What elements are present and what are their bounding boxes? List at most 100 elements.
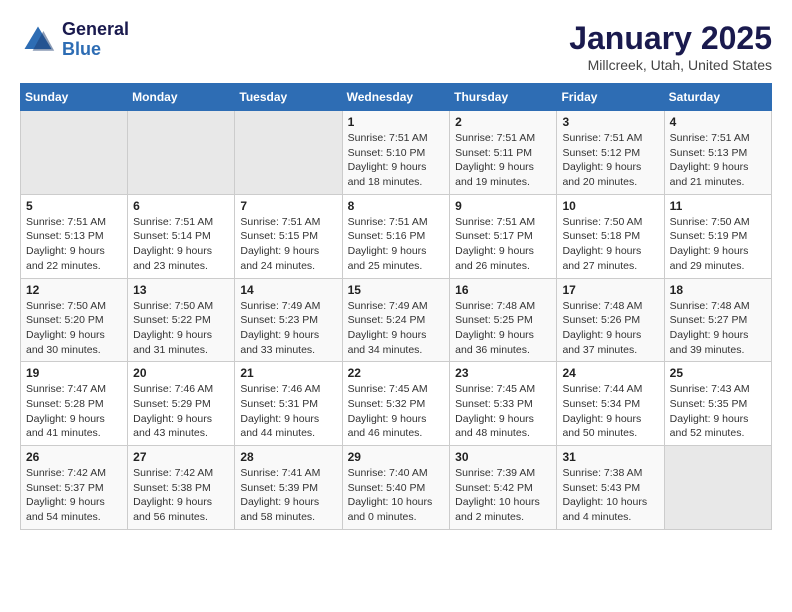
calendar-week-row: 1 Sunrise: 7:51 AMSunset: 5:10 PMDaylight…	[21, 111, 772, 195]
day-number: 23	[455, 366, 551, 380]
calendar-cell: 7 Sunrise: 7:51 AMSunset: 5:15 PMDaylight…	[235, 194, 342, 278]
calendar-cell	[21, 111, 128, 195]
calendar-cell: 15 Sunrise: 7:49 AMSunset: 5:24 PMDayligh…	[342, 278, 450, 362]
day-number: 11	[670, 199, 766, 213]
day-info: Sunrise: 7:41 AMSunset: 5:39 PMDaylight:…	[240, 466, 336, 525]
day-number: 21	[240, 366, 336, 380]
logo-line1: General	[62, 20, 129, 40]
day-number: 26	[26, 450, 122, 464]
weekday-header: Thursday	[450, 84, 557, 111]
calendar-cell: 4 Sunrise: 7:51 AMSunset: 5:13 PMDaylight…	[664, 111, 771, 195]
day-number: 13	[133, 283, 229, 297]
calendar-cell: 16Sunrise: 7:48 AMSunset: 5:25 PMDayligh…	[450, 278, 557, 362]
calendar-cell: 22 Sunrise: 7:45 AMSunset: 5:32 PMDayligh…	[342, 362, 450, 446]
weekday-header: Monday	[128, 84, 235, 111]
day-number: 3	[562, 115, 658, 129]
day-info: Sunrise: 7:51 AMSunset: 5:10 PMDaylight:…	[348, 131, 445, 190]
day-number: 31	[562, 450, 658, 464]
calendar-week-row: 5Sunrise: 7:51 AMSunset: 5:13 PMDaylight…	[21, 194, 772, 278]
day-info: Sunrise: 7:49 AMSunset: 5:23 PMDaylight:…	[240, 299, 336, 358]
day-number: 20	[133, 366, 229, 380]
day-info: Sunrise: 7:51 AMSunset: 5:15 PMDaylight:…	[240, 215, 336, 274]
title-block: January 2025 Millcreek, Utah, United Sta…	[569, 20, 772, 73]
day-info: Sunrise: 7:42 AMSunset: 5:38 PMDaylight:…	[133, 466, 229, 525]
calendar-cell: 25 Sunrise: 7:43 AMSunset: 5:35 PMDayligh…	[664, 362, 771, 446]
calendar-cell	[664, 446, 771, 530]
day-info: Sunrise: 7:50 AMSunset: 5:18 PMDaylight:…	[562, 215, 658, 274]
day-info: Sunrise: 7:46 AMSunset: 5:31 PMDaylight:…	[240, 382, 336, 441]
day-number: 1	[348, 115, 445, 129]
weekday-header: Tuesday	[235, 84, 342, 111]
page-header: General Blue January 2025 Millcreek, Uta…	[20, 20, 772, 73]
logo-text: General Blue	[62, 20, 129, 60]
calendar-cell: 1 Sunrise: 7:51 AMSunset: 5:10 PMDaylight…	[342, 111, 450, 195]
day-number: 25	[670, 366, 766, 380]
day-info: Sunrise: 7:42 AMSunset: 5:37 PMDaylight:…	[26, 466, 122, 525]
day-number: 22	[348, 366, 445, 380]
calendar-cell: 9Sunrise: 7:51 AMSunset: 5:17 PMDaylight…	[450, 194, 557, 278]
calendar-table: SundayMondayTuesdayWednesdayThursdayFrid…	[20, 83, 772, 530]
calendar-cell: 2 Sunrise: 7:51 AMSunset: 5:11 PMDaylight…	[450, 111, 557, 195]
day-info: Sunrise: 7:45 AMSunset: 5:32 PMDaylight:…	[348, 382, 445, 441]
day-info: Sunrise: 7:51 AMSunset: 5:14 PMDaylight:…	[133, 215, 229, 274]
day-number: 5	[26, 199, 122, 213]
day-number: 4	[670, 115, 766, 129]
logo: General Blue	[20, 20, 129, 60]
calendar-cell	[235, 111, 342, 195]
calendar-header-row: SundayMondayTuesdayWednesdayThursdayFrid…	[21, 84, 772, 111]
calendar-cell: 12Sunrise: 7:50 AMSunset: 5:20 PMDayligh…	[21, 278, 128, 362]
calendar-cell: 23 Sunrise: 7:45 AMSunset: 5:33 PMDayligh…	[450, 362, 557, 446]
calendar-cell: 19Sunrise: 7:47 AMSunset: 5:28 PMDayligh…	[21, 362, 128, 446]
day-info: Sunrise: 7:49 AMSunset: 5:24 PMDaylight:…	[348, 299, 445, 358]
subtitle: Millcreek, Utah, United States	[569, 57, 772, 73]
day-number: 12	[26, 283, 122, 297]
day-number: 7	[240, 199, 336, 213]
calendar-cell: 26 Sunrise: 7:42 AMSunset: 5:37 PMDayligh…	[21, 446, 128, 530]
calendar-cell: 20Sunrise: 7:46 AMSunset: 5:29 PMDayligh…	[128, 362, 235, 446]
day-info: Sunrise: 7:48 AMSunset: 5:25 PMDaylight:…	[455, 299, 551, 358]
day-info: Sunrise: 7:47 AMSunset: 5:28 PMDaylight:…	[26, 382, 122, 441]
calendar-cell: 17 Sunrise: 7:48 AMSunset: 5:26 PMDayligh…	[557, 278, 664, 362]
calendar-cell: 29 Sunrise: 7:40 AMSunset: 5:40 PMDayligh…	[342, 446, 450, 530]
day-info: Sunrise: 7:44 AMSunset: 5:34 PMDaylight:…	[562, 382, 658, 441]
day-number: 29	[348, 450, 445, 464]
day-number: 6	[133, 199, 229, 213]
calendar-week-row: 12Sunrise: 7:50 AMSunset: 5:20 PMDayligh…	[21, 278, 772, 362]
day-info: Sunrise: 7:50 AMSunset: 5:22 PMDaylight:…	[133, 299, 229, 358]
day-info: Sunrise: 7:48 AMSunset: 5:26 PMDaylight:…	[562, 299, 658, 358]
day-number: 14	[240, 283, 336, 297]
day-info: Sunrise: 7:45 AMSunset: 5:33 PMDaylight:…	[455, 382, 551, 441]
day-info: Sunrise: 7:40 AMSunset: 5:40 PMDaylight:…	[348, 466, 445, 525]
day-info: Sunrise: 7:51 AMSunset: 5:12 PMDaylight:…	[562, 131, 658, 190]
day-number: 10	[562, 199, 658, 213]
calendar-cell: 5Sunrise: 7:51 AMSunset: 5:13 PMDaylight…	[21, 194, 128, 278]
calendar-cell: 18Sunrise: 7:48 AMSunset: 5:27 PMDayligh…	[664, 278, 771, 362]
calendar-week-row: 26 Sunrise: 7:42 AMSunset: 5:37 PMDayligh…	[21, 446, 772, 530]
calendar-cell: 10 Sunrise: 7:50 AMSunset: 5:18 PMDayligh…	[557, 194, 664, 278]
weekday-header: Friday	[557, 84, 664, 111]
calendar-cell: 27 Sunrise: 7:42 AMSunset: 5:38 PMDayligh…	[128, 446, 235, 530]
day-number: 2	[455, 115, 551, 129]
calendar-week-row: 19Sunrise: 7:47 AMSunset: 5:28 PMDayligh…	[21, 362, 772, 446]
day-info: Sunrise: 7:50 AMSunset: 5:19 PMDaylight:…	[670, 215, 766, 274]
day-number: 27	[133, 450, 229, 464]
day-number: 9	[455, 199, 551, 213]
day-info: Sunrise: 7:51 AMSunset: 5:11 PMDaylight:…	[455, 131, 551, 190]
day-info: Sunrise: 7:51 AMSunset: 5:13 PMDaylight:…	[670, 131, 766, 190]
weekday-header: Saturday	[664, 84, 771, 111]
day-info: Sunrise: 7:48 AMSunset: 5:27 PMDaylight:…	[670, 299, 766, 358]
day-info: Sunrise: 7:43 AMSunset: 5:35 PMDaylight:…	[670, 382, 766, 441]
weekday-header: Sunday	[21, 84, 128, 111]
calendar-cell: 21 Sunrise: 7:46 AMSunset: 5:31 PMDayligh…	[235, 362, 342, 446]
day-number: 17	[562, 283, 658, 297]
day-number: 24	[562, 366, 658, 380]
calendar-cell: 30Sunrise: 7:39 AMSunset: 5:42 PMDayligh…	[450, 446, 557, 530]
main-title: January 2025	[569, 20, 772, 57]
day-info: Sunrise: 7:38 AMSunset: 5:43 PMDaylight:…	[562, 466, 658, 525]
weekday-header: Wednesday	[342, 84, 450, 111]
calendar-cell	[128, 111, 235, 195]
calendar-cell: 3 Sunrise: 7:51 AMSunset: 5:12 PMDaylight…	[557, 111, 664, 195]
day-number: 15	[348, 283, 445, 297]
logo-line2: Blue	[62, 40, 129, 60]
calendar-cell: 11 Sunrise: 7:50 AMSunset: 5:19 PMDayligh…	[664, 194, 771, 278]
